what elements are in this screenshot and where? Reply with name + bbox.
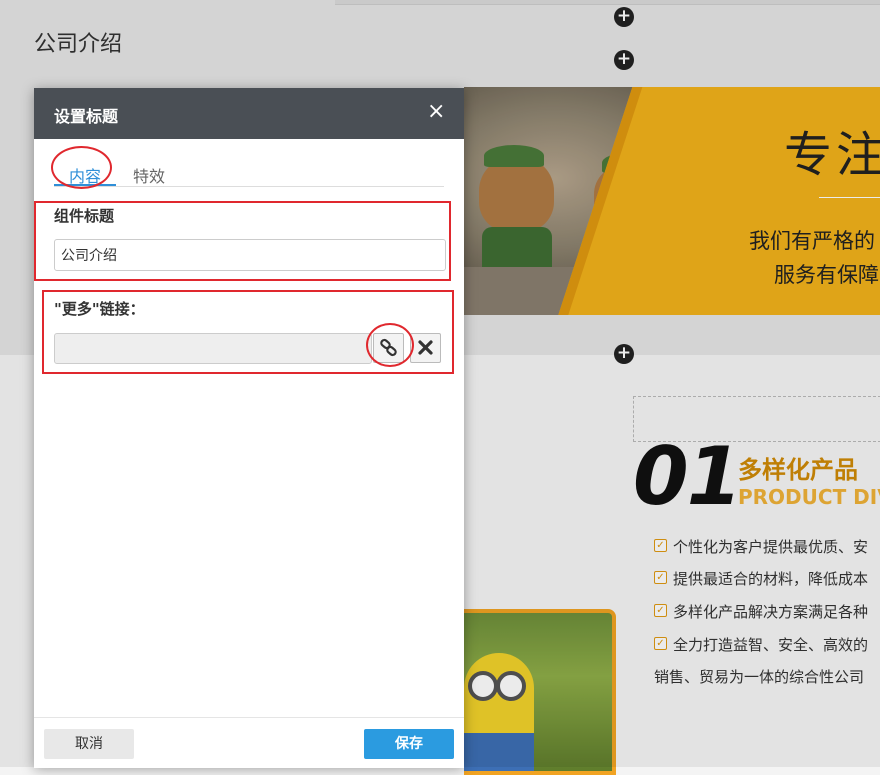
set-title-dialog: 设置标题 × 内容 特效 组件标题 "更多"链接： 取消 保存 (34, 88, 464, 768)
save-button[interactable]: 保存 (364, 729, 454, 759)
annotation-circle (51, 146, 112, 189)
dialog-header: 设置标题 × (34, 88, 464, 139)
dialog-title: 设置标题 (54, 107, 119, 126)
annotation-box (34, 201, 451, 281)
close-icon[interactable]: × (427, 99, 445, 125)
tabs-divider (54, 186, 444, 187)
dialog-footer: 取消 保存 (34, 717, 464, 768)
cancel-button[interactable]: 取消 (44, 729, 134, 759)
tab-effects[interactable]: 特效 (133, 163, 165, 187)
annotation-circle (366, 323, 414, 367)
